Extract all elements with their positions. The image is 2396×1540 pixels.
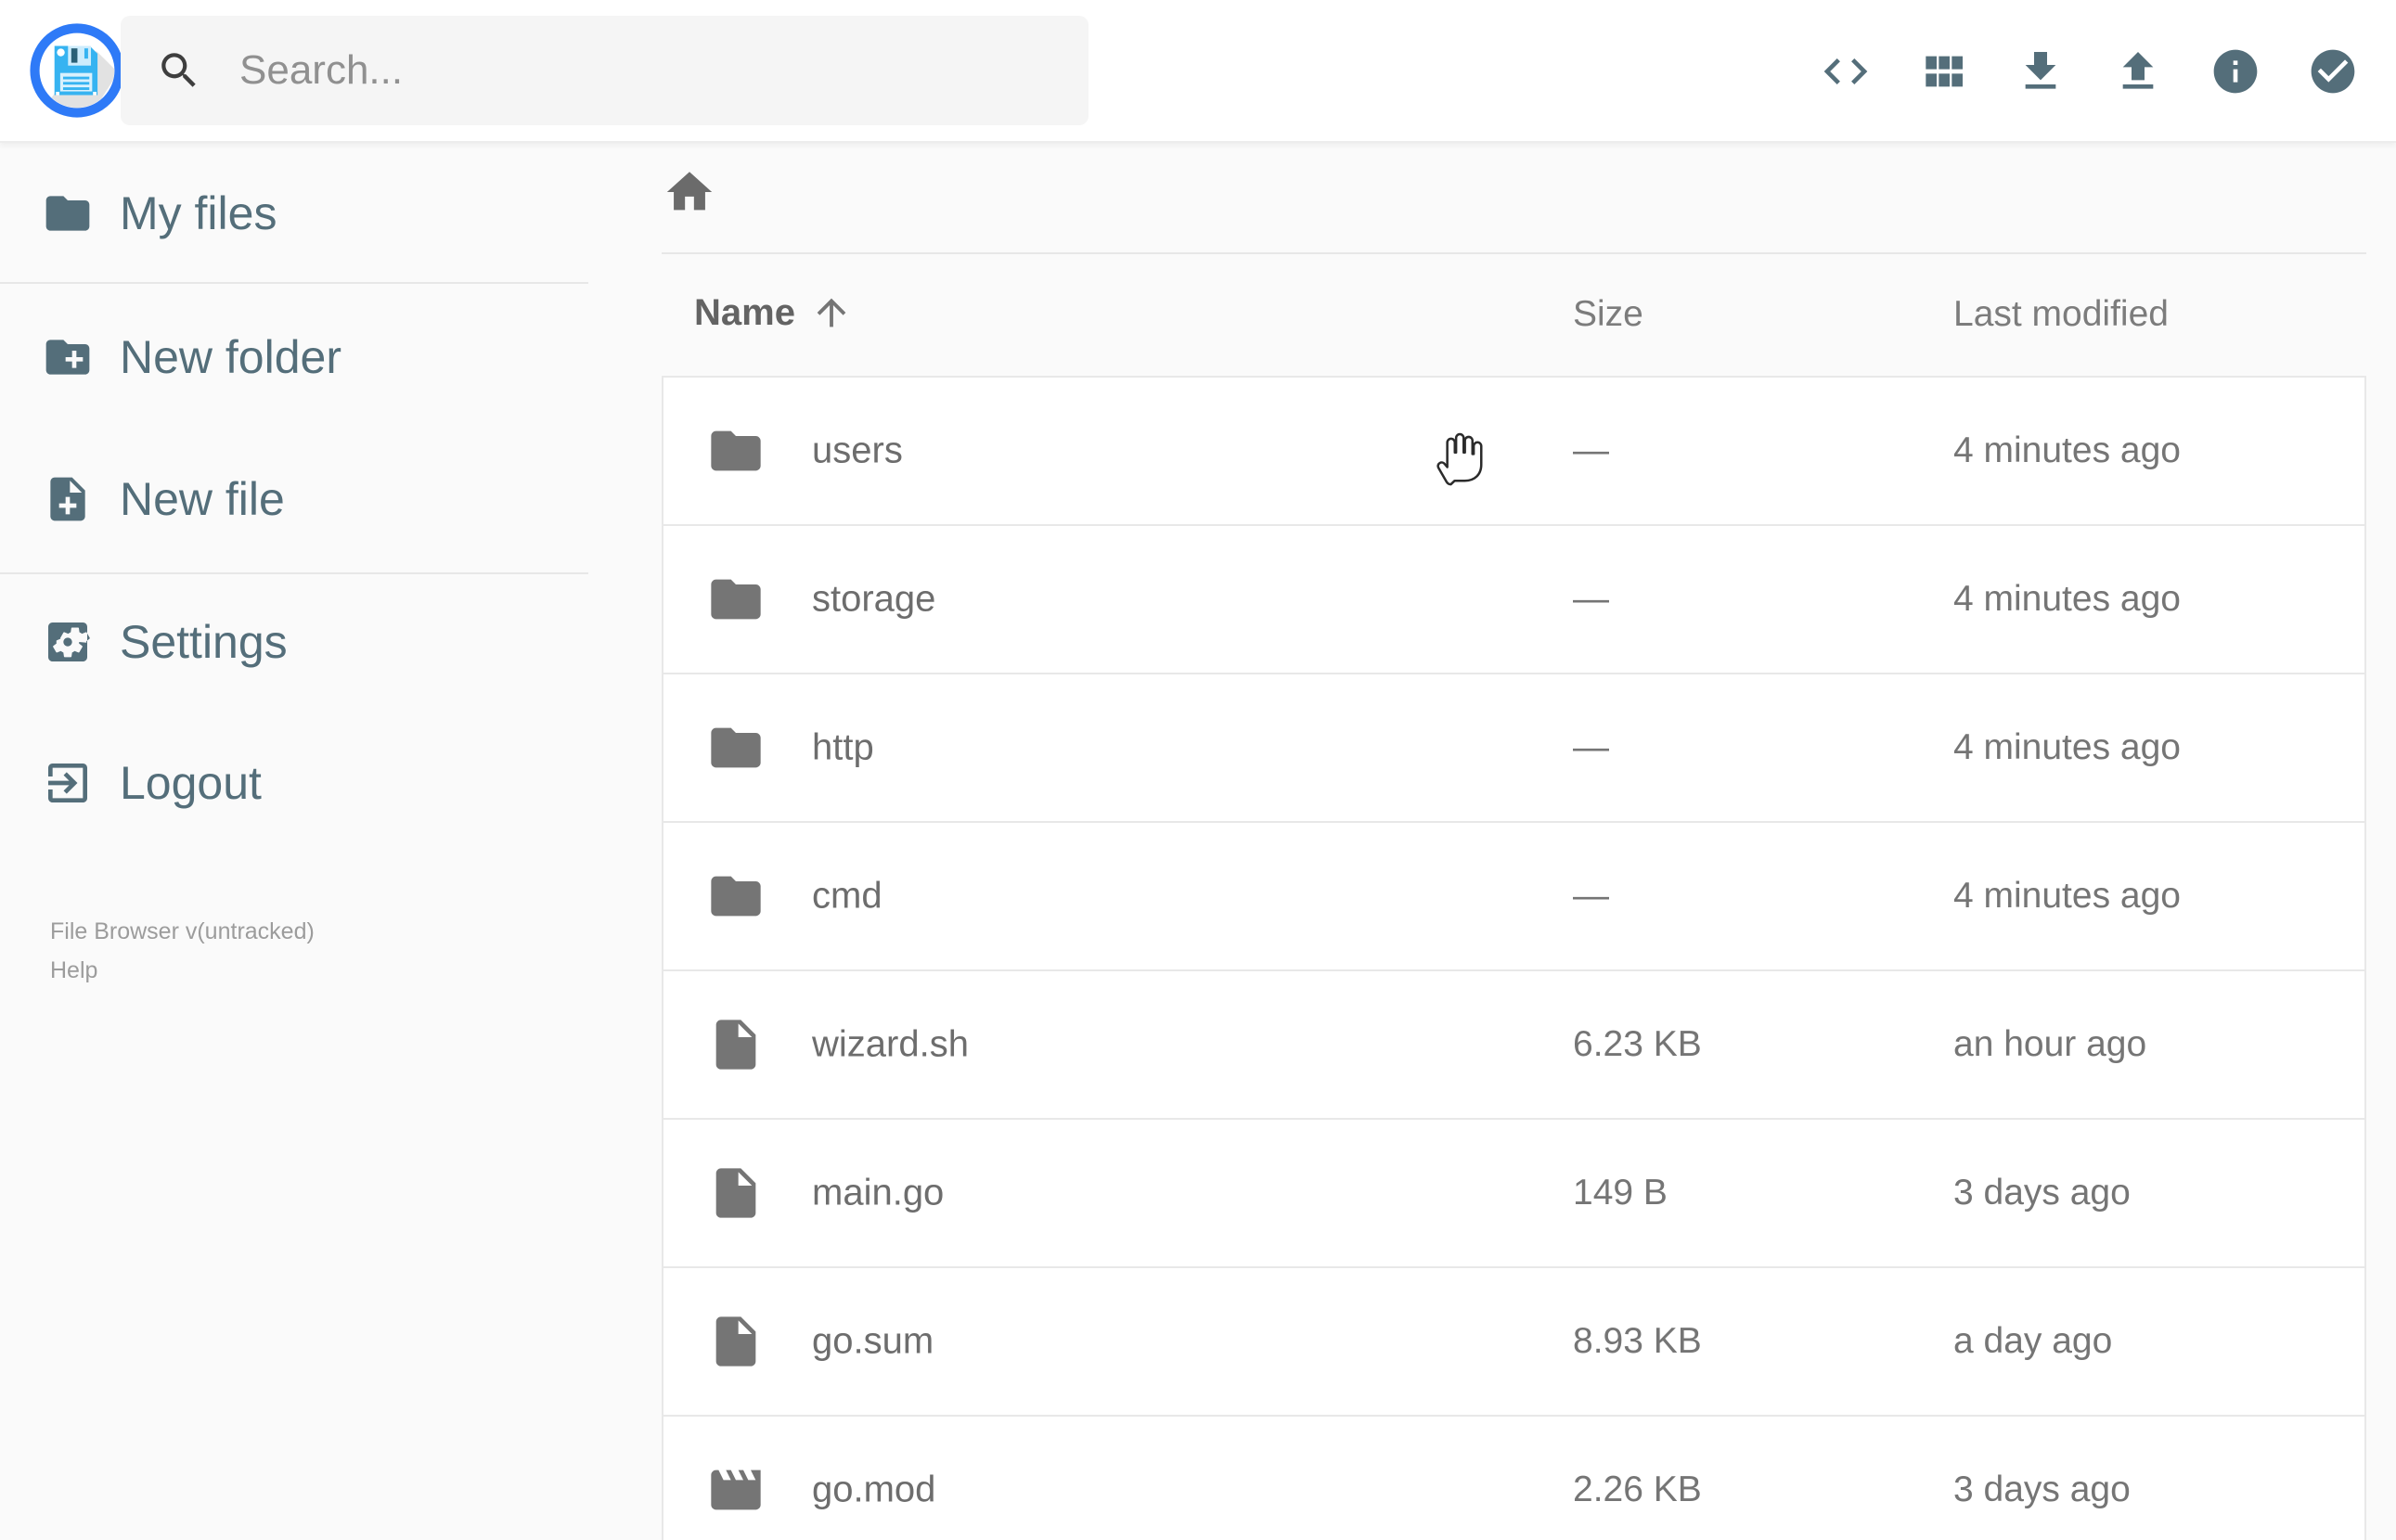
sidebar-item-label: Logout: [120, 757, 262, 809]
logout-icon: [42, 757, 94, 809]
column-header-size[interactable]: Size: [1573, 294, 1643, 335]
sidebar-item-logout[interactable]: Logout: [0, 735, 588, 831]
sidebar: My files New folder New file Settings Lo…: [0, 143, 588, 1540]
file-size: —: [1573, 579, 1609, 619]
file-name: main.go: [812, 1172, 945, 1213]
sidebar-item-new-file[interactable]: New file: [0, 451, 588, 547]
file-size: 149 B: [1573, 1173, 1668, 1213]
check-circle-icon: [2307, 45, 2359, 97]
search-icon: [156, 47, 202, 94]
file-name: http: [812, 726, 874, 768]
folder-icon: [706, 718, 766, 777]
settings-icon: [42, 616, 94, 668]
file-modified: 4 minutes ago: [1953, 727, 2181, 767]
topbar: Search...: [0, 0, 2396, 143]
search-placeholder: Search...: [239, 47, 404, 93]
sidebar-item-label: New file: [120, 473, 285, 525]
file-row[interactable]: go.mod 2.26 KB 3 days ago: [662, 1415, 2366, 1540]
topbar-actions: [1797, 0, 2381, 143]
grid-view-icon: [1917, 45, 1969, 97]
note-add-icon: [42, 473, 94, 525]
file-row[interactable]: users — 4 minutes ago: [662, 376, 2366, 526]
floppy-disk-logo-icon: [30, 23, 124, 118]
app-logo[interactable]: [28, 21, 126, 120]
sidebar-item-my-files[interactable]: My files: [0, 165, 588, 262]
file-size: 8.93 KB: [1573, 1321, 1702, 1361]
column-header-name-label: Name: [694, 291, 795, 333]
file-modified: 3 days ago: [1953, 1173, 2131, 1213]
code-view-button[interactable]: [1797, 19, 1894, 123]
file-size: —: [1573, 430, 1609, 470]
listing-header: Name Size Last modified: [0, 291, 2396, 347]
sidebar-divider: [0, 282, 588, 284]
file-modified: 3 days ago: [1953, 1469, 2131, 1509]
file-name: cmd: [812, 875, 882, 917]
file-row[interactable]: wizard.sh 6.23 KB an hour ago: [662, 969, 2366, 1120]
help-link[interactable]: Help: [50, 954, 97, 987]
file-icon: [706, 1163, 766, 1223]
column-header-modified[interactable]: Last modified: [1953, 294, 2169, 335]
file-size: 2.26 KB: [1573, 1469, 1702, 1509]
view-mode-button[interactable]: [1894, 19, 1991, 123]
movie-icon: [706, 1460, 766, 1520]
file-name: storage: [812, 578, 936, 620]
file-icon: [706, 1015, 766, 1074]
sidebar-item-label: Settings: [120, 616, 288, 668]
upload-button[interactable]: [2089, 19, 2186, 123]
download-button[interactable]: [1991, 19, 2089, 123]
sidebar-item-settings[interactable]: Settings: [0, 594, 588, 690]
file-row[interactable]: cmd — 4 minutes ago: [662, 821, 2366, 971]
file-modified: 4 minutes ago: [1953, 430, 2181, 470]
file-row[interactable]: go.sum 8.93 KB a day ago: [662, 1266, 2366, 1417]
column-header-name[interactable]: Name: [694, 291, 853, 334]
app-version-text: File Browser v(untracked): [50, 918, 315, 944]
file-modified: an hour ago: [1953, 1024, 2147, 1064]
code-icon: [1820, 45, 1872, 97]
breadcrumb-home-button[interactable]: [663, 165, 716, 219]
file-row[interactable]: storage — 4 minutes ago: [662, 524, 2366, 674]
sidebar-footer: File Browser v(untracked) Help: [50, 915, 315, 988]
search-input[interactable]: Search...: [121, 16, 1089, 125]
folder-icon: [706, 866, 766, 926]
sort-ascending-icon: [810, 291, 853, 334]
download-icon: [2015, 45, 2067, 97]
file-size: —: [1573, 727, 1609, 767]
file-modified: 4 minutes ago: [1953, 579, 2181, 619]
file-name: users: [812, 430, 903, 471]
file-row[interactable]: main.go 149 B 3 days ago: [662, 1118, 2366, 1268]
upload-icon: [2112, 45, 2164, 97]
file-modified: a day ago: [1953, 1321, 2113, 1361]
file-list: users — 4 minutes ago storage — 4 minute…: [662, 376, 2366, 1540]
file-size: —: [1573, 876, 1609, 916]
sidebar-item-label: My files: [120, 187, 277, 239]
breadcrumb-divider: [662, 252, 2366, 254]
folder-icon: [706, 421, 766, 481]
select-button[interactable]: [2284, 19, 2381, 123]
file-row[interactable]: http — 4 minutes ago: [662, 673, 2366, 823]
folder-icon: [42, 187, 94, 239]
home-icon: [663, 165, 716, 219]
file-size: 6.23 KB: [1573, 1024, 1702, 1064]
file-icon: [706, 1312, 766, 1371]
file-modified: 4 minutes ago: [1953, 876, 2181, 916]
file-name: go.mod: [812, 1469, 936, 1510]
file-name: go.sum: [812, 1320, 934, 1362]
folder-icon: [706, 570, 766, 629]
sidebar-divider: [0, 572, 588, 574]
info-button[interactable]: [2186, 19, 2284, 123]
file-name: wizard.sh: [812, 1023, 969, 1065]
info-icon: [2209, 45, 2261, 97]
